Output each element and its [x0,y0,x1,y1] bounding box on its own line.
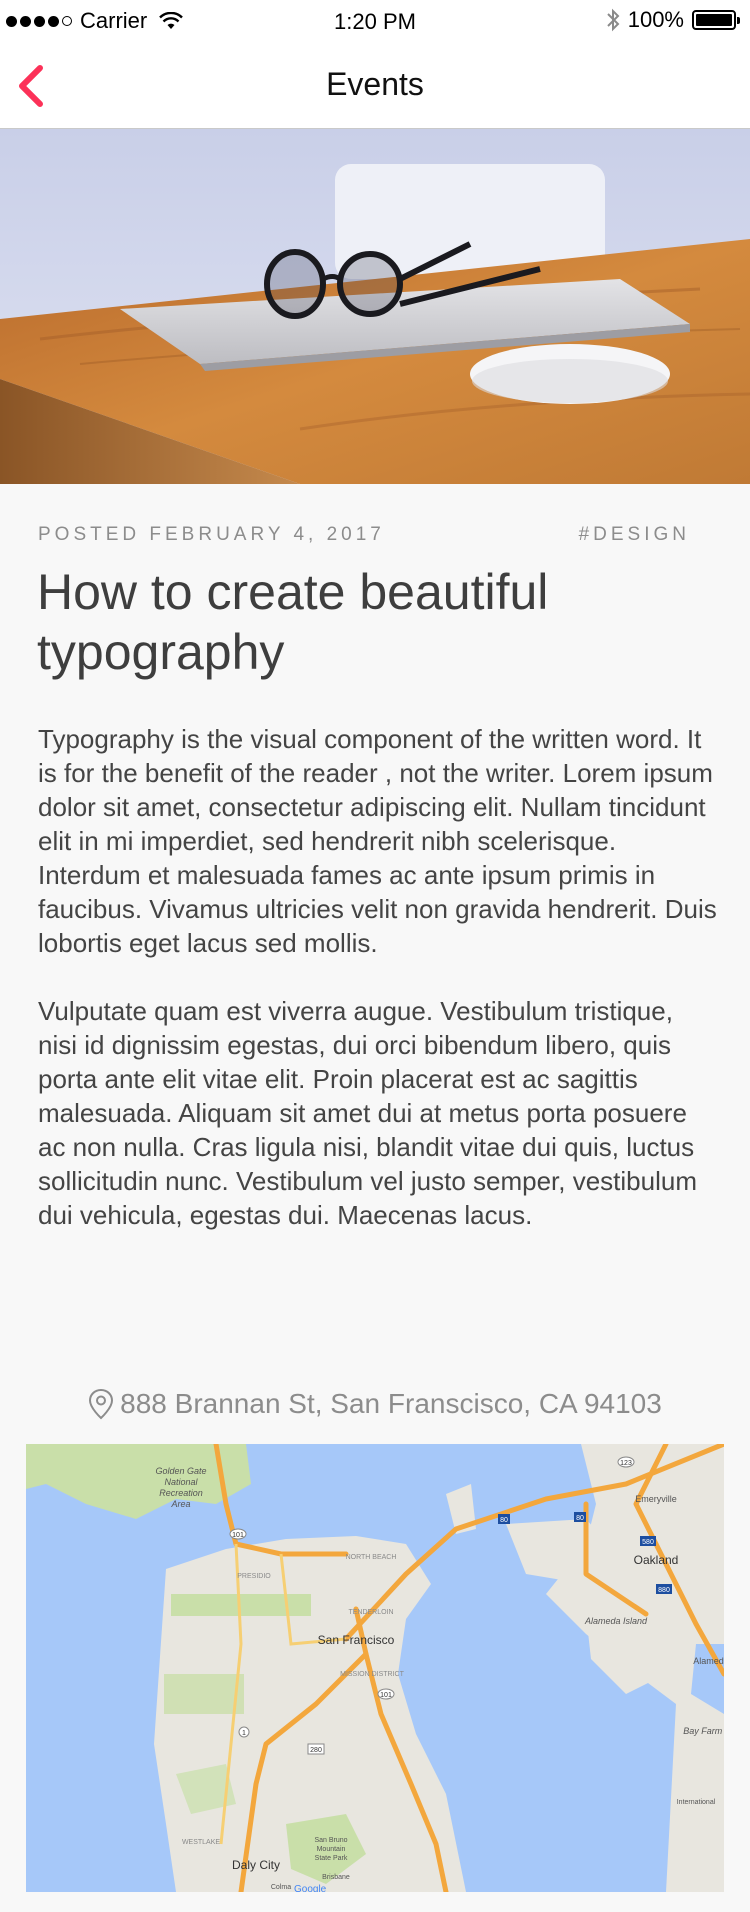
svg-text:National: National [164,1477,198,1487]
map-label-bay-farm: Bay Farm Isla [683,1726,724,1736]
hwy-101-shield: 101 [380,1692,392,1699]
map-view[interactable]: Golden Gate National Recreation Area PRE… [26,1444,724,1892]
body-paragraph: Vulputate quam est viverra augue. Vestib… [38,996,697,1230]
hero-image [0,129,750,484]
body-paragraph: Typography is the visual component of th… [38,724,717,958]
svg-text:Mountain: Mountain [317,1846,346,1853]
battery-icon [692,10,740,30]
map-label-daly-city: Daly City [232,1858,280,1872]
hwy-80-shield: 80 [500,1517,508,1524]
posted-date: POSTED FEBRUARY 4, 2017 [38,524,385,545]
map-label-mission: MISSION DISTRICT [340,1671,405,1678]
article-title: How to create beautiful typography [37,564,549,680]
bluetooth-icon [607,8,620,32]
map-label-alameda-island: Alameda Island [584,1616,648,1626]
article-body: Typography is the visual component of th… [38,722,718,1266]
location-row[interactable]: 888 Brannan St, San Franscisco, CA 94103 [0,1388,750,1420]
svg-text:State Park: State Park [315,1855,348,1862]
map-label-golden-gate: Golden Gate [155,1466,206,1476]
map-label-north-beach: NORTH BEACH [346,1554,397,1561]
map-label-tenderloin: TENDERLOIN [348,1609,393,1616]
article-meta: POSTED FEBRUARY 4, 2017 #DESIGN [38,524,690,546]
hwy-101-shield: 101 [232,1532,244,1539]
map-label-san-bruno: San Bruno [314,1837,347,1844]
map-label-westlake: WESTLAKE [182,1839,220,1846]
hwy-80-shield: 80 [576,1515,584,1522]
map-label-alameda: Alameda [693,1656,724,1666]
page-title: Events [326,66,424,102]
map-label-brisbane: Brisbane [322,1874,350,1881]
location-pin-icon [89,1388,114,1420]
hwy-1-shield: 1 [242,1730,246,1737]
battery-percent: 100% [627,7,684,32]
map-label-presidio: PRESIDIO [237,1573,271,1580]
map-attribution: Google [294,1884,327,1892]
tag-link[interactable]: #DESIGN [579,524,690,546]
map-label-oakland: Oakland [634,1553,679,1567]
hwy-123-shield: 123 [620,1460,632,1467]
svg-text:Area: Area [170,1499,190,1509]
svg-text:Recreation: Recreation [159,1488,203,1498]
map-label-colma: Colma [271,1884,291,1891]
map-label-san-francisco: San Francisco [318,1633,395,1647]
map-label-international: International [677,1799,716,1806]
map-label-emeryville: Emeryville [635,1494,677,1504]
hwy-880-shield: 880 [658,1587,670,1594]
address-text: 888 Brannan St, San Franscisco, CA 94103 [120,1388,662,1419]
hwy-580-shield: 580 [642,1539,654,1546]
status-bar: Carrier 1:20 PM 100% [0,0,750,44]
nav-bar: Events [0,44,750,129]
hwy-280-shield: 280 [310,1747,322,1754]
